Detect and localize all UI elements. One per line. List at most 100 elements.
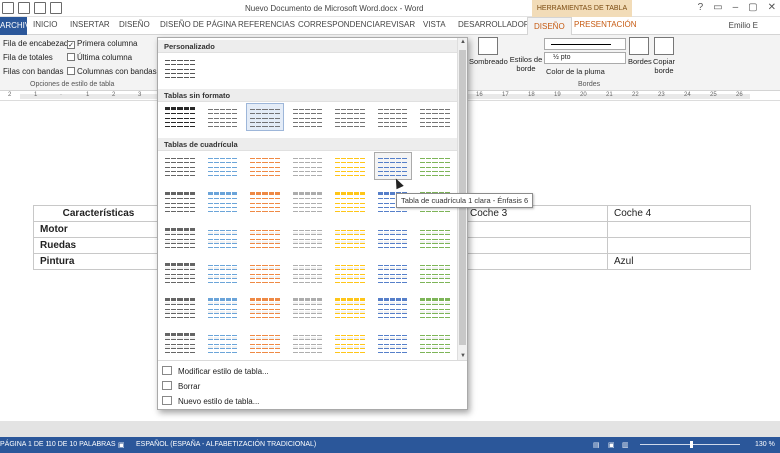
tab-inicio[interactable]: INICIO	[33, 20, 57, 29]
zoom-level[interactable]: 130 %	[755, 441, 775, 448]
table-style-option[interactable]	[290, 260, 326, 286]
table-style-option[interactable]	[162, 295, 198, 321]
print-layout-icon[interactable]: ▣	[608, 441, 615, 449]
table-style-option[interactable]	[332, 295, 368, 321]
table-style-option[interactable]	[162, 189, 198, 215]
table-cell[interactable]	[607, 237, 751, 254]
page-count[interactable]: PÁGINA 1 DE 1	[0, 441, 49, 448]
table-style-option[interactable]	[205, 104, 241, 130]
table-cell[interactable]: Ruedas	[33, 237, 164, 254]
first-column-option[interactable]: ✓ Primera columna	[67, 39, 137, 49]
ribbon-display-button[interactable]: ▭	[713, 2, 722, 13]
table-cell[interactable]	[463, 253, 608, 270]
table-style-option[interactable]	[290, 330, 326, 356]
scroll-up-icon[interactable]: ▲	[458, 39, 468, 45]
zoom-slider[interactable]	[640, 441, 740, 448]
tab-file[interactable]: ARCHIVO	[0, 17, 36, 35]
table-style-option[interactable]	[162, 104, 198, 130]
maximize-button[interactable]: ▢	[748, 2, 757, 13]
table-style-option[interactable]	[375, 295, 411, 321]
table-style-option[interactable]	[332, 330, 368, 356]
table-cell[interactable]: Azul	[607, 253, 751, 270]
table-cell[interactable]: Pintura	[33, 253, 164, 270]
table-style-option[interactable]	[417, 260, 453, 286]
table-style-option[interactable]	[205, 153, 241, 179]
table-cell[interactable]: Motor	[33, 221, 164, 238]
tab-diseno-tabla[interactable]: DISEÑO	[527, 17, 572, 36]
total-row-option[interactable]: Fila de totales	[3, 53, 53, 62]
border-painter-button[interactable]: Copiar borde	[652, 37, 676, 75]
tab-presentacion[interactable]: PRESENTACIÓN	[574, 20, 637, 29]
table-style-option[interactable]	[417, 225, 453, 251]
table-styles-gallery[interactable]: Personalizado Tablas sin formato Tablas …	[157, 37, 468, 410]
read-mode-icon[interactable]: ▤	[593, 441, 600, 449]
table-style-option[interactable]	[162, 55, 198, 81]
table-style-option[interactable]	[247, 153, 283, 179]
undo-icon[interactable]	[18, 2, 30, 14]
table-style-option[interactable]	[205, 260, 241, 286]
clear-style-item[interactable]: Borrar	[162, 381, 200, 391]
tab-vista[interactable]: VISTA	[423, 20, 446, 29]
pen-style-dropdown[interactable]	[544, 38, 626, 50]
borders-button[interactable]: Bordes	[628, 37, 652, 66]
table-style-option[interactable]	[246, 103, 284, 131]
table-style-option[interactable]	[375, 104, 411, 130]
tab-referencias[interactable]: REFERENCIAS	[238, 20, 295, 29]
table-cell[interactable]: Coche 4	[607, 205, 751, 222]
banded-columns-option[interactable]: Columnas con bandas	[67, 67, 157, 76]
table-style-option[interactable]	[247, 295, 283, 321]
border-styles-button[interactable]: Estilos de borde	[509, 55, 543, 73]
tab-insertar[interactable]: INSERTAR	[70, 20, 110, 29]
save-icon[interactable]	[2, 2, 14, 14]
table-style-option[interactable]	[162, 330, 198, 356]
table-style-option[interactable]	[290, 153, 326, 179]
table-style-option[interactable]	[247, 225, 283, 251]
table-style-option[interactable]	[375, 330, 411, 356]
table-style-option[interactable]	[247, 260, 283, 286]
table-cell[interactable]	[607, 221, 751, 238]
table-cell[interactable]	[463, 221, 608, 238]
table-style-option[interactable]	[373, 152, 412, 180]
tab-revisar[interactable]: REVISAR	[380, 20, 415, 29]
table-style-option[interactable]	[290, 189, 326, 215]
table-style-option[interactable]	[162, 260, 198, 286]
new-style-item[interactable]: Nuevo estilo de tabla...	[162, 396, 259, 406]
tab-diseno-pagina[interactable]: DISEÑO DE PÁGINA	[160, 20, 236, 29]
customize-icon[interactable]	[50, 2, 62, 14]
scroll-down-icon[interactable]: ▼	[458, 353, 468, 359]
close-button[interactable]: ✕	[768, 2, 776, 13]
table-style-option[interactable]	[417, 295, 453, 321]
table-style-option[interactable]	[247, 189, 283, 215]
tab-diseno[interactable]: DISEÑO	[119, 20, 150, 29]
table-style-option[interactable]	[290, 295, 326, 321]
table-style-option[interactable]	[205, 295, 241, 321]
pen-color-button[interactable]: Color de la pluma	[546, 67, 620, 76]
tab-correspondencia[interactable]: CORRESPONDENCIA	[298, 20, 380, 29]
redo-icon[interactable]	[34, 2, 46, 14]
web-layout-icon[interactable]: ▥	[622, 441, 629, 449]
table-style-option[interactable]	[417, 330, 453, 356]
header-row-option[interactable]: Fila de encabezado	[3, 39, 73, 48]
table-style-option[interactable]	[417, 104, 453, 130]
table-style-option[interactable]	[375, 260, 411, 286]
language-indicator[interactable]: ESPAÑOL (ESPAÑA - ALFABETIZACIÓN TRADICI…	[136, 441, 316, 448]
banded-rows-option[interactable]: Filas con bandas	[3, 67, 63, 76]
table-style-option[interactable]	[332, 260, 368, 286]
proofing-icon[interactable]: ▣	[118, 441, 125, 449]
table-cell[interactable]	[463, 237, 608, 254]
minimize-button[interactable]: –	[733, 2, 739, 13]
table-style-option[interactable]	[332, 153, 368, 179]
modify-style-item[interactable]: Modificar estilo de tabla...	[162, 366, 269, 376]
table-style-option[interactable]	[417, 153, 453, 179]
help-button[interactable]: ?	[698, 2, 704, 13]
table-style-option[interactable]	[290, 104, 326, 130]
table-cell[interactable]: Características	[33, 205, 164, 222]
table-style-option[interactable]	[332, 225, 368, 251]
shading-button[interactable]: Sombreado	[469, 37, 508, 66]
table-style-option[interactable]	[290, 225, 326, 251]
user-name[interactable]: Emilio E	[729, 21, 758, 30]
last-column-option[interactable]: Última columna	[67, 53, 132, 62]
tab-desarrollador[interactable]: DESARROLLADOR	[458, 20, 530, 29]
table-style-option[interactable]	[375, 225, 411, 251]
pen-width-dropdown[interactable]: ½ pto	[544, 52, 626, 64]
